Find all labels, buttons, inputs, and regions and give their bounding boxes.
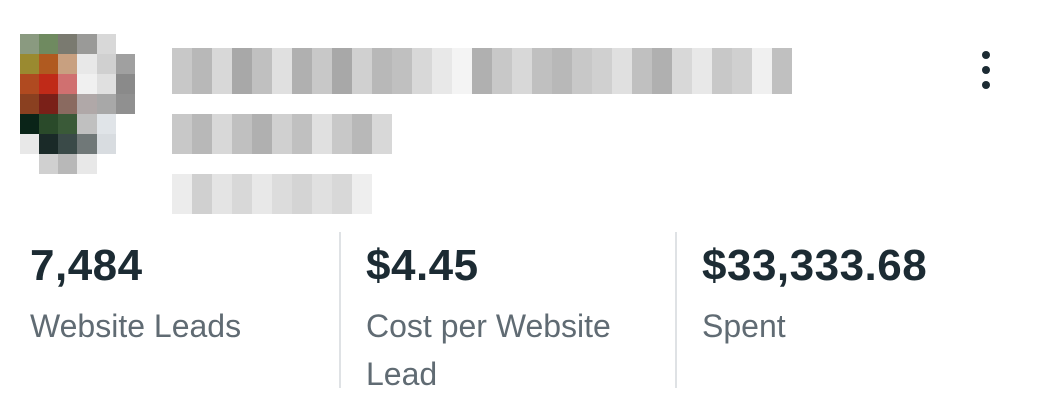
vertical-ellipsis-icon bbox=[982, 51, 990, 59]
metric-label: Spent bbox=[702, 308, 786, 344]
metric-divider bbox=[675, 232, 677, 388]
metric-value: $4.45 bbox=[366, 241, 479, 290]
metric-value: $33,333.68 bbox=[702, 241, 928, 290]
redacted-ad-title bbox=[172, 48, 792, 94]
metrics-row: 7,484 Website Leads $4.45 Cost per Websi… bbox=[0, 232, 1048, 392]
redacted-ad-subtitle bbox=[172, 114, 392, 154]
ad-thumbnail[interactable] bbox=[20, 34, 154, 174]
metric-divider bbox=[339, 232, 341, 388]
metric-label: Cost per Website Lead bbox=[366, 308, 611, 392]
metric-label: Website Leads bbox=[30, 308, 242, 344]
metric-value: 7,484 bbox=[30, 241, 143, 290]
redacted-ad-status bbox=[172, 174, 372, 214]
more-options-button[interactable] bbox=[966, 48, 1006, 92]
metric-cost-per-lead: $4.45 Cost per Website Lead bbox=[366, 232, 666, 393]
metric-spent: $33,333.68 Spent bbox=[702, 232, 1032, 388]
metric-website-leads: 7,484 Website Leads bbox=[30, 232, 330, 388]
ad-summary-card: 7,484 Website Leads $4.45 Cost per Websi… bbox=[0, 0, 1048, 413]
